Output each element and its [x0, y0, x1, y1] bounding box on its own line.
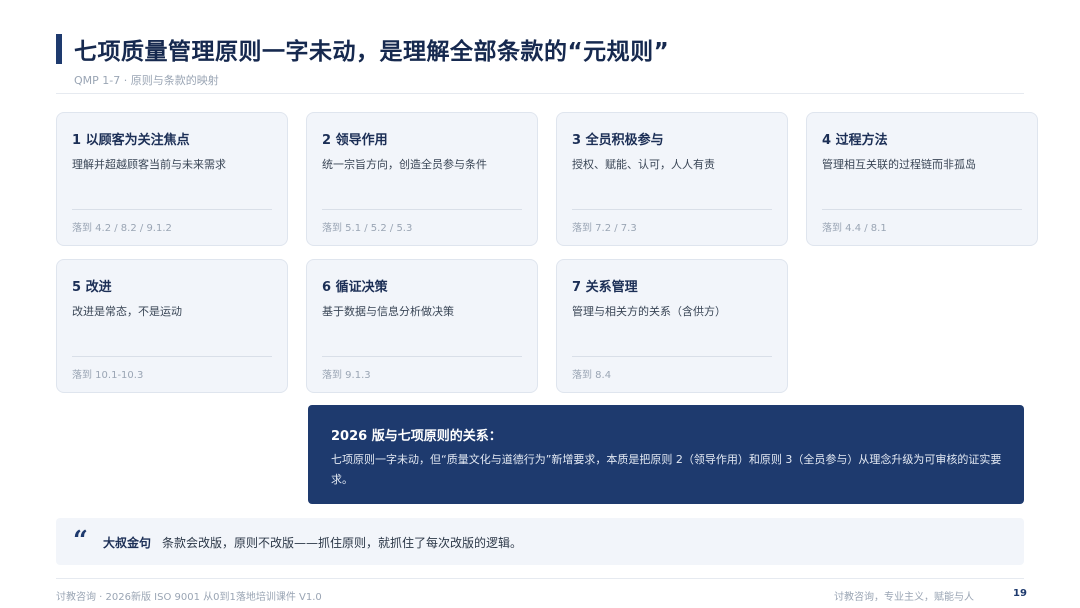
principle-title: 7 关系管理 — [572, 280, 638, 295]
principle-card: 3 全员积极参与 授权、赋能、认可，人人有责 落到 7.2 / 7.3 — [556, 112, 788, 246]
card-divider — [822, 209, 1022, 210]
principle-desc: 统一宗旨方向，创造全员参与条件 — [322, 158, 487, 171]
principle-card: 1 以顾客为关注焦点 理解并超越顾客当前与未来需求 落到 4.2 / 8.2 /… — [56, 112, 288, 246]
header-divider — [56, 93, 1024, 94]
principle-desc: 理解并超越顾客当前与未来需求 — [72, 158, 226, 171]
page-title: 七项质量管理原则一字未动，是理解全部条款的“元规则” — [74, 39, 670, 65]
principle-card: 5 改进 改进是常态，不是运动 落到 10.1-10.3 — [56, 259, 288, 393]
footer-slogan: 讨教咨询，专业主义，赋能与人 — [834, 592, 974, 603]
principle-clause-ref: 落到 4.2 / 8.2 / 9.1.2 — [72, 223, 172, 234]
principle-clause-ref: 落到 10.1-10.3 — [72, 370, 144, 381]
relation-callout: 2026 版与七项原则的关系： 七项原则一字未动，但“质量文化与道德行为”新增要… — [308, 405, 1024, 504]
principle-desc: 基于数据与信息分析做决策 — [322, 305, 454, 318]
principle-card: 6 循证决策 基于数据与信息分析做决策 落到 9.1.3 — [306, 259, 538, 393]
footer-course-info: 讨教咨询 · 2026新版 ISO 9001 从0到1落地培训课件 V1.0 — [56, 592, 322, 603]
principle-clause-ref: 落到 7.2 / 7.3 — [572, 223, 637, 234]
page-subtitle: QMP 1-7 · 原则与条款的映射 — [74, 74, 219, 87]
relation-title: 2026 版与七项原则的关系： — [331, 429, 502, 444]
footer-divider — [56, 578, 1024, 579]
principle-title: 4 过程方法 — [822, 133, 888, 148]
principle-title: 6 循证决策 — [322, 280, 388, 295]
principle-clause-ref: 落到 8.4 — [572, 370, 612, 381]
quote-label: 大叔金句 — [103, 536, 152, 550]
principle-card: 2 领导作用 统一宗旨方向，创造全员参与条件 落到 5.1 / 5.2 / 5.… — [306, 112, 538, 246]
principle-title: 3 全员积极参与 — [572, 133, 664, 148]
title-accent-bar — [56, 34, 62, 64]
card-divider — [322, 209, 522, 210]
principle-title: 5 改进 — [72, 280, 112, 295]
principle-desc: 授权、赋能、认可，人人有责 — [572, 158, 715, 171]
quote-mark-icon: “ — [73, 526, 88, 556]
principle-title: 1 以顾客为关注焦点 — [72, 133, 190, 148]
card-divider — [322, 356, 522, 357]
principle-desc: 改进是常态，不是运动 — [72, 305, 182, 318]
card-divider — [572, 356, 772, 357]
card-divider — [72, 356, 272, 357]
principle-clause-ref: 落到 5.1 / 5.2 / 5.3 — [322, 223, 413, 234]
principle-card: 4 过程方法 管理相互关联的过程链而非孤岛 落到 4.4 / 8.1 — [806, 112, 1038, 246]
principle-clause-ref: 落到 9.1.3 — [322, 370, 371, 381]
principle-clause-ref: 落到 4.4 / 8.1 — [822, 223, 887, 234]
page-number: 19 — [1013, 588, 1027, 599]
principle-title: 2 领导作用 — [322, 133, 388, 148]
card-divider — [72, 209, 272, 210]
relation-body: 七项原则一字未动，但“质量文化与道德行为”新增要求，本质是把原则 2（领导作用）… — [331, 453, 1002, 486]
principle-card: 7 关系管理 管理与相关方的关系（含供方） 落到 8.4 — [556, 259, 788, 393]
quote-callout: “ 大叔金句 条款会改版，原则不改版——抓住原则，就抓住了每次改版的逻辑。 — [56, 518, 1024, 565]
principle-desc: 管理与相关方的关系（含供方） — [572, 305, 726, 318]
card-divider — [572, 209, 772, 210]
principle-desc: 管理相互关联的过程链而非孤岛 — [822, 158, 976, 171]
quote-text: 条款会改版，原则不改版——抓住原则，就抓住了每次改版的逻辑。 — [162, 536, 523, 550]
